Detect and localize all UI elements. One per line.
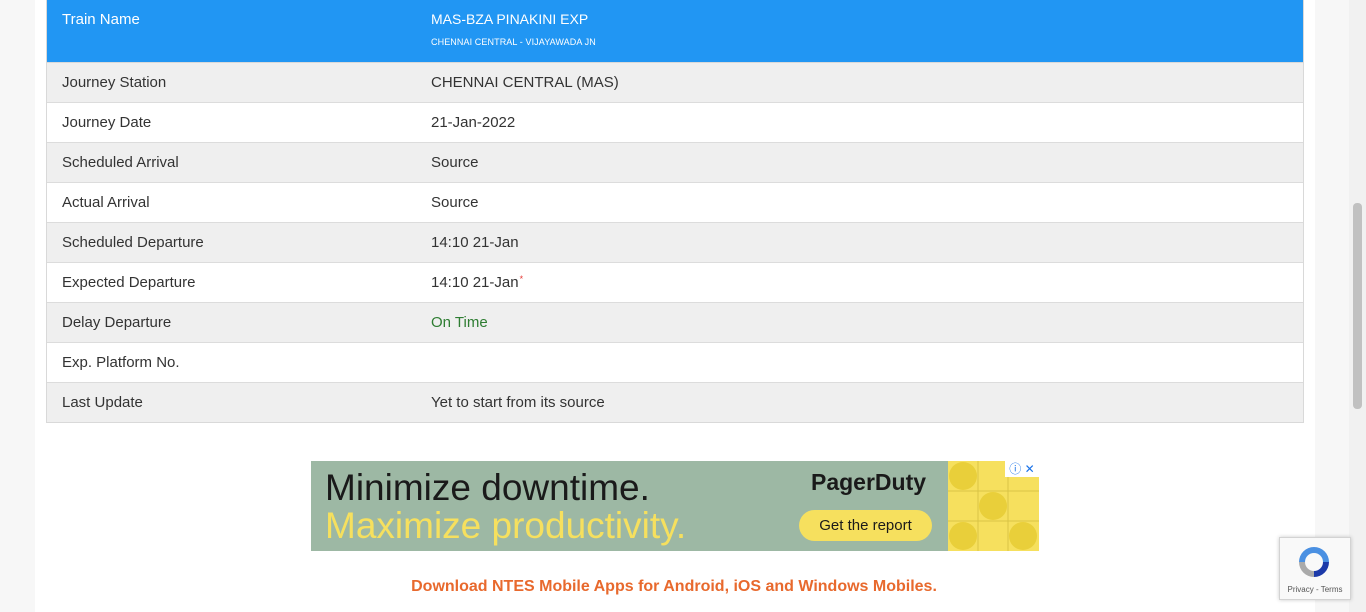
train-name-row: Train Name MAS-BZA PINAKINI EXP CHENNAI … bbox=[47, 0, 1303, 63]
download-apps-link[interactable]: Download NTES Mobile Apps for Android, i… bbox=[0, 578, 1348, 596]
train-status-table: Train Name MAS-BZA PINAKINI EXP CHENNAI … bbox=[46, 0, 1304, 423]
delay-departure-value: On Time bbox=[431, 314, 488, 331]
scheduled-arrival-label: Scheduled Arrival bbox=[62, 154, 179, 171]
estimate-marker: * bbox=[519, 274, 524, 284]
last-update-label: Last Update bbox=[62, 394, 143, 411]
train-name-label: Train Name bbox=[62, 11, 140, 28]
table-row: Last Update Yet to start from its source bbox=[47, 383, 1303, 422]
table-row: Expected Departure 14:10 21-Jan* bbox=[47, 263, 1303, 303]
scheduled-departure-value: 14:10 21-Jan bbox=[431, 234, 519, 251]
journey-station-label: Journey Station bbox=[62, 74, 167, 91]
page-scrollbar[interactable] bbox=[1349, 0, 1366, 612]
recaptcha-icon bbox=[1299, 547, 1329, 577]
table-row: Journey Station CHENNAI CENTRAL (MAS) bbox=[47, 63, 1303, 103]
table-row: Actual Arrival Source bbox=[47, 183, 1303, 223]
recaptcha-badge[interactable]: Privacy - Terms bbox=[1279, 537, 1351, 600]
delay-departure-label: Delay Departure bbox=[62, 314, 172, 331]
ad-subheadline: Maximize productivity. bbox=[325, 505, 687, 546]
journey-date-label: Journey Date bbox=[62, 114, 152, 131]
adchoices-icon[interactable]: ⓘ bbox=[1009, 462, 1021, 476]
journey-station-value: CHENNAI CENTRAL (MAS) bbox=[431, 74, 619, 91]
ad-brand-logo: PagerDuty bbox=[811, 469, 927, 495]
expected-departure-label: Expected Departure bbox=[62, 274, 196, 291]
platform-label: Exp. Platform No. bbox=[62, 354, 180, 371]
train-route: CHENNAI CENTRAL - VIJAYAWADA JN bbox=[431, 37, 596, 47]
journey-date-value: 21-Jan-2022 bbox=[431, 114, 516, 131]
table-row: Scheduled Departure 14:10 21-Jan bbox=[47, 223, 1303, 263]
ad-headline: Minimize downtime. bbox=[325, 467, 650, 508]
expected-departure-value: 14:10 21-Jan bbox=[431, 274, 519, 291]
privacy-terms-links[interactable]: Privacy - Terms bbox=[1280, 585, 1350, 594]
last-update-value: Yet to start from its source bbox=[431, 394, 605, 411]
table-row: Scheduled Arrival Source bbox=[47, 143, 1303, 183]
close-icon[interactable]: ✕ bbox=[1025, 462, 1035, 476]
table-row: Exp. Platform No. bbox=[47, 343, 1303, 383]
train-name-value: MAS-BZA PINAKINI EXP bbox=[431, 11, 589, 27]
get-report-button[interactable]: Get the report bbox=[799, 510, 932, 541]
actual-arrival-label: Actual Arrival bbox=[62, 194, 150, 211]
table-row: Delay Departure On Time bbox=[47, 303, 1303, 343]
scheduled-arrival-value: Source bbox=[431, 154, 479, 171]
expected-departure-cell: 14:10 21-Jan* bbox=[431, 274, 523, 291]
table-row: Journey Date 21-Jan-2022 bbox=[47, 103, 1303, 143]
ad-banner[interactable]: Minimize downtime. Maximize productivity… bbox=[311, 461, 1039, 551]
ad-info-close[interactable]: ⓘ ✕ bbox=[1005, 461, 1039, 477]
scheduled-departure-label: Scheduled Departure bbox=[62, 234, 204, 251]
scrollbar-thumb[interactable] bbox=[1353, 203, 1362, 409]
actual-arrival-value: Source bbox=[431, 194, 479, 211]
